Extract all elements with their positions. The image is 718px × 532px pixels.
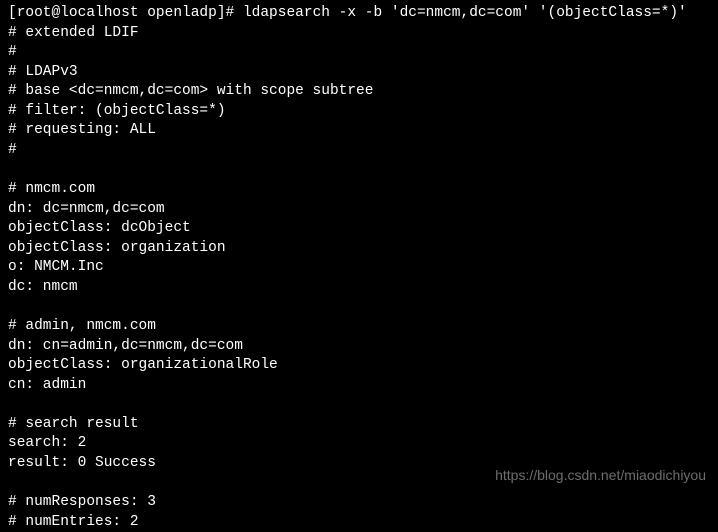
output-line: # requesting: ALL	[8, 121, 710, 141]
output-line: # filter: (objectClass=*)	[8, 102, 710, 122]
output-line: dn: cn=admin,dc=nmcm,dc=com	[8, 337, 710, 357]
output-line: # base <dc=nmcm,dc=com> with scope subtr…	[8, 82, 710, 102]
output-line: objectClass: organization	[8, 239, 710, 259]
shell-command: ldapsearch -x -b 'dc=nmcm,dc=com' '(obje…	[243, 5, 687, 21]
output-line: objectClass: dcObject	[8, 219, 710, 239]
output-line: #	[8, 141, 710, 161]
terminal-output: # extended LDIF## LDAPv3# base <dc=nmcm,…	[8, 24, 710, 532]
output-line	[8, 297, 710, 317]
output-line: objectClass: organizationalRole	[8, 356, 710, 376]
output-line: # nmcm.com	[8, 180, 710, 200]
output-line	[8, 161, 710, 181]
output-line: # numEntries: 2	[8, 513, 710, 532]
output-line: search: 2	[8, 434, 710, 454]
shell-prompt: [root@localhost openladp]#	[8, 5, 243, 21]
output-line: dn: dc=nmcm,dc=com	[8, 200, 710, 220]
output-line: # admin, nmcm.com	[8, 317, 710, 337]
output-line: # extended LDIF	[8, 24, 710, 44]
output-line: # search result	[8, 415, 710, 435]
output-line: dc: nmcm	[8, 278, 710, 298]
output-line	[8, 395, 710, 415]
watermark-text: https://blog.csdn.net/miaodichiyou	[495, 466, 706, 485]
output-line: o: NMCM.Inc	[8, 258, 710, 278]
output-line: cn: admin	[8, 376, 710, 396]
output-line: #	[8, 43, 710, 63]
output-line: # numResponses: 3	[8, 493, 710, 513]
prompt-line[interactable]: [root@localhost openladp]# ldapsearch -x…	[8, 4, 710, 24]
output-line: # LDAPv3	[8, 63, 710, 83]
